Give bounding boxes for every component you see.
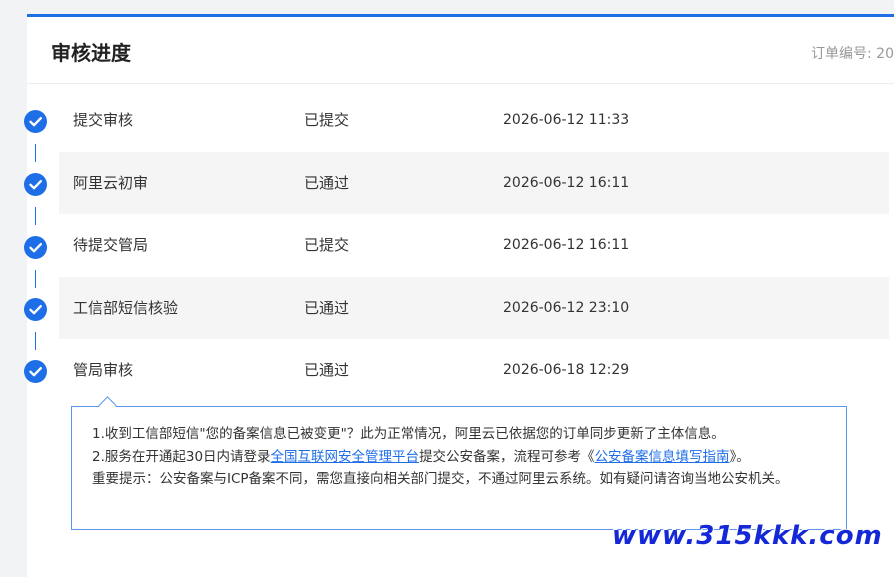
step-name: 待提交管局 <box>73 236 149 254</box>
notice-text: 提交公安备案，流程可参考《 <box>419 448 595 465</box>
step-status: 已通过 <box>304 361 350 379</box>
check-circle-icon <box>24 236 47 259</box>
step-name: 管局审核 <box>73 361 134 379</box>
timeline-row: 阿里云初审 已通过 2026-06-12 16:11 <box>59 152 889 214</box>
check-circle-icon <box>24 360 47 383</box>
timeline-connector <box>35 144 36 162</box>
page-title: 审核进度 <box>51 41 131 65</box>
step-name: 阿里云初审 <box>73 174 149 192</box>
timeline-row: 提交审核 已提交 2026-06-12 11:33 <box>59 89 889 151</box>
notice-line-1: 1.收到工信部短信"您的备案信息已被变更"？此为正常情况，阿里云已依据您的订单同… <box>92 426 725 442</box>
step-time: 2026-06-12 23:10 <box>503 300 630 316</box>
step-time: 2026-06-18 12:29 <box>503 362 630 378</box>
timeline-row: 待提交管局 已提交 2026-06-12 16:11 <box>59 214 889 276</box>
timeline-row: 工信部短信核验 已通过 2026-06-12 23:10 <box>59 277 889 339</box>
notice-important: 重要提示：公安备案与ICP备案不同，需您直接向相关部门提交，不通过阿里云系统。如… <box>92 471 789 487</box>
filing-guide-link[interactable]: 公安备案信息填写指南 <box>595 449 730 465</box>
notice-line-2: 2.服务在开通起30日内请登录全国互联网安全管理平台提交公安备案，流程可参考《公… <box>92 446 826 469</box>
step-time: 2026-06-12 16:11 <box>503 237 630 253</box>
check-circle-icon <box>24 173 47 196</box>
step-time: 2026-06-12 16:11 <box>503 175 630 191</box>
step-status: 已提交 <box>304 236 350 254</box>
check-circle-icon <box>24 298 47 321</box>
check-circle-icon <box>24 110 47 133</box>
step-status: 已通过 <box>304 174 350 192</box>
timeline-connector <box>35 270 36 288</box>
step-status: 已提交 <box>304 111 350 129</box>
security-platform-link[interactable]: 全国互联网安全管理平台 <box>271 449 420 465</box>
order-number: 订单编号: 20 <box>811 46 894 62</box>
timeline-row: 管局审核 已通过 2026-06-18 12:29 <box>59 339 889 401</box>
timeline-connector <box>35 207 36 225</box>
timeline-connector <box>35 332 36 350</box>
card-header: 审核进度 订单编号: 20 <box>27 17 894 84</box>
notice-text: 》。 <box>729 448 750 465</box>
step-name: 提交审核 <box>73 111 134 129</box>
notice-text: 2.服务在开通起30日内请登录 <box>92 448 271 465</box>
step-time: 2026-06-12 11:33 <box>503 112 630 128</box>
step-name: 工信部短信核验 <box>73 299 179 317</box>
notice-box: 1.收到工信部短信"您的备案信息已被变更"？此为正常情况，阿里云已依据您的订单同… <box>71 406 847 530</box>
watermark: www.315kkk.com <box>612 521 883 551</box>
step-status: 已通过 <box>304 299 350 317</box>
